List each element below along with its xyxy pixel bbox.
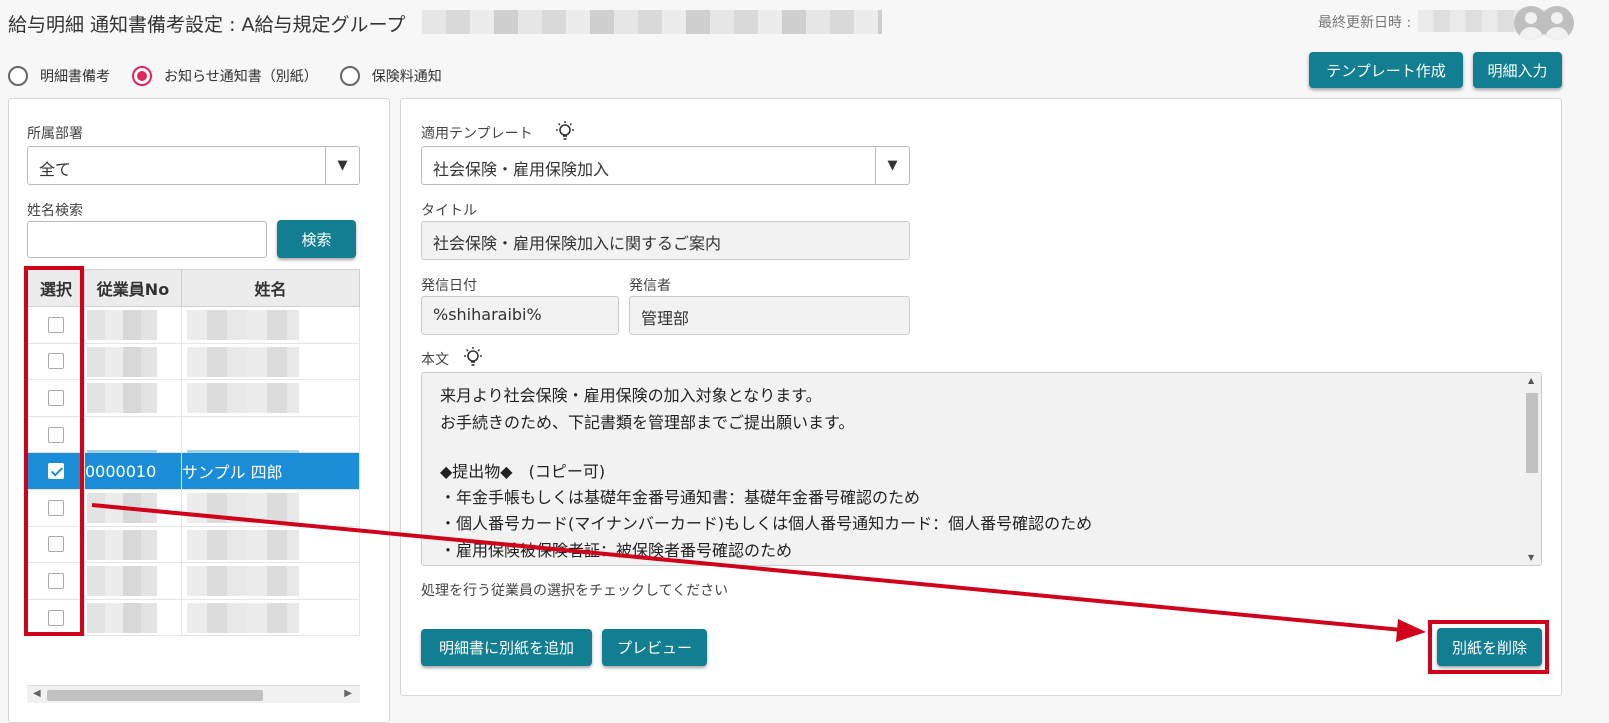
annotation-arrow-icon [91, 503, 1426, 642]
